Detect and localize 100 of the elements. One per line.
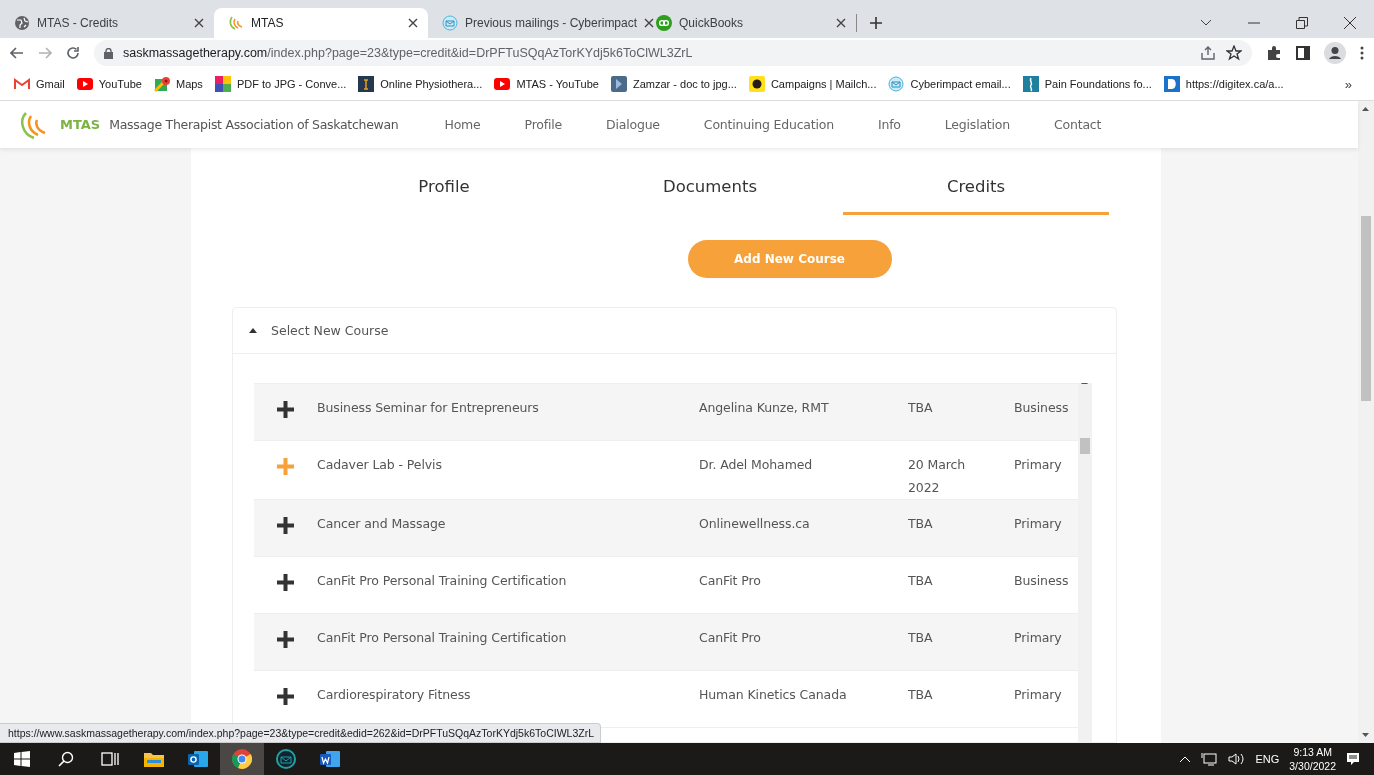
plus-icon[interactable] — [277, 688, 294, 705]
windows-start-icon[interactable] — [14, 751, 30, 767]
close-icon[interactable] — [836, 18, 846, 28]
bookmark[interactable]: Cyberimpact email... — [882, 76, 1017, 92]
course-row[interactable]: CanFit Pro Personal Training Certification CanFit Pro TBA Primary — [254, 614, 1078, 671]
bookmark[interactable]: Campaigns | Mailch... — [742, 76, 883, 92]
course-row[interactable]: Cancer and Massage Onlinewellness.ca TBA Primary — [254, 500, 1078, 557]
play-button-icon — [76, 78, 93, 90]
share-icon[interactable] — [1200, 45, 1216, 61]
course-category: Business — [1013, 573, 1070, 588]
map-pin-icon — [153, 76, 170, 92]
envelope-circle-icon — [888, 76, 905, 92]
browser-tab[interactable]: MTAS — [214, 8, 428, 38]
collapse-triangle-icon[interactable] — [249, 328, 257, 333]
bookmark[interactable]: Online Physiothera... — [352, 76, 489, 92]
bookmark[interactable]: YouTube — [70, 78, 148, 90]
search-icon[interactable] — [58, 751, 74, 767]
clock[interactable]: 9:13 AM 3/30/2022 — [1289, 745, 1336, 773]
instructor: Human Kinetics Canada — [699, 687, 848, 702]
status-url-tooltip: https://www.saskmassagetherapy.com/index.php?page=23&type=credit&edid=262&id=DrPFTuSQqAzTorKYdj5k6ToCIWL3ZrL — [0, 723, 601, 743]
course-date: TBA — [908, 515, 934, 533]
scroll-up-icon[interactable] — [1362, 107, 1369, 111]
course-date: 20 March 2022 — [908, 456, 967, 497]
course-category: Primary — [1013, 457, 1063, 472]
section-tab[interactable]: Documents — [577, 148, 843, 215]
course-category: Primary — [1013, 630, 1063, 645]
play-button-icon — [494, 78, 511, 90]
chevron-down-icon[interactable] — [1200, 19, 1212, 27]
course-category: Primary — [1013, 516, 1063, 531]
plus-icon[interactable] — [277, 631, 294, 648]
envelope-circle-icon — [442, 15, 458, 31]
scrollbar-thumb[interactable] — [1080, 438, 1090, 454]
letter-d-icon — [1163, 76, 1180, 92]
reload-icon[interactable] — [66, 46, 80, 60]
close-icon[interactable] — [1344, 17, 1356, 29]
close-icon[interactable] — [644, 18, 655, 28]
bookmark[interactable]: Maps — [147, 76, 209, 92]
scroll-down-icon[interactable] — [1362, 733, 1369, 737]
plus-icon[interactable] — [277, 574, 294, 591]
bookmark[interactable]: https://digitex.ca/a... — [1157, 76, 1290, 92]
clock-date: 3/30/2022 — [1289, 759, 1336, 773]
nav-link[interactable]: Info — [855, 117, 923, 132]
puzzle-icon[interactable] — [1266, 45, 1282, 61]
dark-square-icon — [358, 76, 375, 92]
nav-link[interactable]: Home — [422, 117, 503, 132]
scrollbar-thumb[interactable] — [1361, 216, 1371, 401]
bookmark[interactable]: Zamzar - doc to jpg... — [604, 76, 743, 92]
restore-icon[interactable] — [1296, 17, 1308, 29]
tab-title: Previous mailings - Cyberimpact — [465, 16, 638, 30]
mail-app-icon[interactable] — [188, 750, 208, 768]
browser-tab[interactable]: Previous mailings - Cyberimpact — [428, 8, 642, 38]
close-icon[interactable] — [408, 18, 418, 28]
nav-link[interactable]: Legislation — [922, 117, 1032, 132]
star-icon[interactable] — [1226, 45, 1242, 61]
leaf-logo-icon — [228, 15, 244, 31]
more-icon[interactable] — [1360, 46, 1364, 60]
back-icon[interactable] — [10, 47, 24, 59]
envelope-circle-icon[interactable] — [276, 749, 296, 769]
more-bookmarks[interactable]: » — [1344, 76, 1366, 92]
folder-icon[interactable] — [144, 751, 164, 767]
qb-circle-icon — [656, 15, 672, 31]
profile-icon[interactable] — [1324, 42, 1346, 64]
caret-up-icon[interactable] — [1179, 755, 1192, 763]
address-bar[interactable]: saskmassagetherapy.com/index.php?page=23&type=credit&id=DrPFTuSQqAzTorKYdj5k6ToClWL3ZrL — [94, 40, 1252, 66]
lock-icon — [104, 47, 113, 59]
section-tab[interactable]: Profile — [311, 148, 577, 215]
task-view-icon[interactable] — [101, 751, 119, 767]
tab-title: MTAS - Credits — [37, 16, 120, 30]
instructor: Angelina Kunze, RMT — [699, 400, 830, 415]
course-category: Primary — [1013, 687, 1063, 702]
bookmark[interactable]: PDF to JPG - Conve... — [208, 76, 353, 92]
bookmark[interactable]: MTAS - YouTube — [488, 78, 605, 90]
document-app-icon[interactable] — [320, 750, 340, 768]
side-panel-icon[interactable] — [1296, 46, 1310, 60]
nav-link[interactable]: Continuing Education — [681, 117, 856, 132]
tab-title: QuickBooks — [679, 16, 745, 30]
network-icon[interactable] — [1201, 752, 1218, 766]
bookmark[interactable]: Pain Foundations fo... — [1016, 76, 1158, 92]
browser-tab[interactable]: QuickBooks — [642, 8, 856, 38]
section-tab[interactable]: Credits — [843, 148, 1109, 215]
panel-title[interactable]: Select New Course — [271, 323, 389, 338]
course-name: Cardiorespiratory Fitness — [317, 687, 472, 702]
language-indicator[interactable]: ENG — [1255, 753, 1280, 765]
nav-link[interactable]: Contact — [1032, 117, 1124, 132]
browser-app-icon[interactable] — [232, 749, 252, 769]
new-tab-icon[interactable] — [869, 16, 883, 30]
nav-link[interactable]: Dialogue — [584, 117, 682, 132]
course-name: Business Seminar for Entrepreneurs — [317, 400, 540, 415]
close-icon[interactable] — [194, 18, 204, 28]
browser-tab[interactable]: MTAS - Credits — [0, 8, 214, 38]
nav-link[interactable]: Profile — [502, 117, 585, 132]
plus-icon[interactable] — [277, 401, 294, 418]
course-row[interactable]: Business Seminar for Entrepreneurs Angelina Kunze, RMT TBA Business — [254, 384, 1078, 441]
notification-icon[interactable] — [1346, 752, 1360, 766]
mail-m-icon — [14, 78, 30, 90]
course-name: CanFit Pro Personal Training Certification — [317, 630, 568, 645]
chimp-icon — [748, 76, 765, 92]
plus-icon[interactable] — [277, 517, 294, 534]
speaker-icon[interactable] — [1227, 752, 1246, 766]
bookmark[interactable]: Gmail — [8, 78, 71, 90]
